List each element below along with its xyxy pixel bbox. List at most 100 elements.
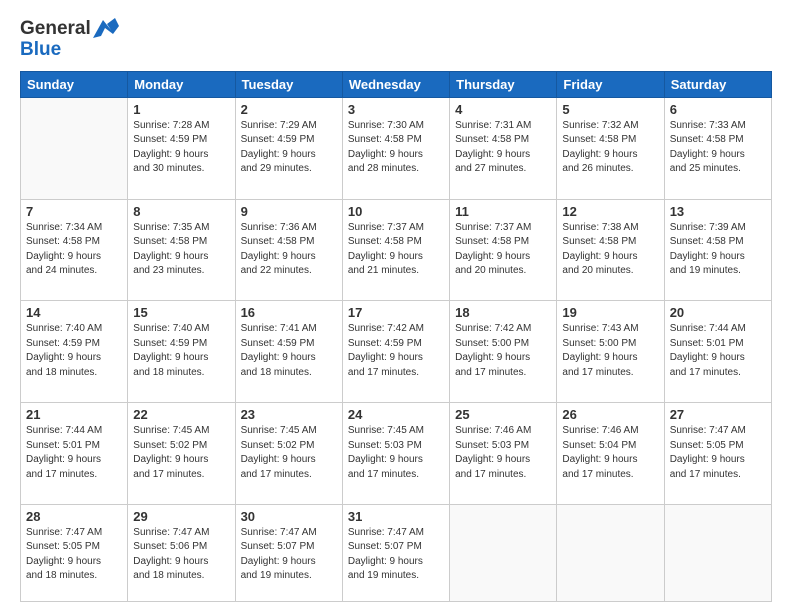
day-info: Sunrise: 7:45 AM Sunset: 5:03 PM Dayligh… bbox=[348, 424, 444, 482]
col-header-thursday: Thursday bbox=[450, 71, 557, 97]
calendar-cell: 3Sunrise: 7:30 AM Sunset: 4:58 PM Daylig… bbox=[342, 97, 449, 199]
day-number: 29 bbox=[133, 509, 229, 524]
header: General Blue bbox=[20, 16, 772, 61]
calendar-cell: 18Sunrise: 7:42 AM Sunset: 5:00 PM Dayli… bbox=[450, 301, 557, 403]
day-info: Sunrise: 7:39 AM Sunset: 4:58 PM Dayligh… bbox=[670, 221, 766, 279]
calendar-cell: 10 Sunrise: 7:37 AM Sunset: 4:58 PM Dayli… bbox=[342, 199, 449, 301]
calendar-cell: 30 Sunrise: 7:47 AM Sunset: 5:07 PM Dayli… bbox=[235, 504, 342, 601]
calendar-cell bbox=[21, 97, 128, 199]
day-info: Sunrise: 7:30 AM Sunset: 4:58 PM Dayligh… bbox=[348, 119, 444, 177]
calendar-cell: 22 Sunrise: 7:45 AM Sunset: 5:02 PM Dayli… bbox=[128, 403, 235, 505]
calendar-cell: 23 Sunrise: 7:45 AM Sunset: 5:02 PM Dayli… bbox=[235, 403, 342, 505]
day-number: 15 bbox=[133, 305, 229, 320]
logo: General Blue bbox=[20, 16, 119, 61]
calendar-cell: 21 Sunrise: 7:44 AM Sunset: 5:01 PM Dayli… bbox=[21, 403, 128, 505]
day-info: Sunrise: 7:42 AM Sunset: 4:59 PM Dayligh… bbox=[348, 322, 444, 380]
calendar-cell: 12 Sunrise: 7:38 AM Sunset: 4:58 PM Dayli… bbox=[557, 199, 664, 301]
day-info: Sunrise: 7:47 AM Sunset: 5:06 PM Dayligh… bbox=[133, 526, 229, 584]
col-header-saturday: Saturday bbox=[664, 71, 771, 97]
day-info: Sunrise: 7:46 AM Sunset: 5:04 PM Dayligh… bbox=[562, 424, 658, 482]
day-number: 27 bbox=[670, 407, 766, 422]
day-number: 7 bbox=[26, 204, 122, 219]
calendar-cell: 25 Sunrise: 7:46 AM Sunset: 5:03 PM Dayli… bbox=[450, 403, 557, 505]
day-info: Sunrise: 7:38 AM Sunset: 4:58 PM Dayligh… bbox=[562, 221, 658, 279]
calendar-cell: 16 Sunrise: 7:41 AM Sunset: 4:59 PM Dayli… bbox=[235, 301, 342, 403]
day-number: 8 bbox=[133, 204, 229, 219]
day-number: 1 bbox=[133, 102, 229, 117]
calendar-cell: 28Sunrise: 7:47 AM Sunset: 5:05 PM Dayli… bbox=[21, 504, 128, 601]
day-number: 21 bbox=[26, 407, 122, 422]
day-number: 25 bbox=[455, 407, 551, 422]
calendar-cell: 1 Sunrise: 7:28 AM Sunset: 4:59 PM Daylig… bbox=[128, 97, 235, 199]
day-info: Sunrise: 7:47 AM Sunset: 5:05 PM Dayligh… bbox=[26, 526, 122, 584]
day-info: Sunrise: 7:35 AM Sunset: 4:58 PM Dayligh… bbox=[133, 221, 229, 279]
day-number: 23 bbox=[241, 407, 337, 422]
calendar-cell: 31Sunrise: 7:47 AM Sunset: 5:07 PM Dayli… bbox=[342, 504, 449, 601]
calendar-cell bbox=[557, 504, 664, 601]
calendar-cell: 19 Sunrise: 7:43 AM Sunset: 5:00 PM Dayli… bbox=[557, 301, 664, 403]
day-number: 18 bbox=[455, 305, 551, 320]
day-number: 19 bbox=[562, 305, 658, 320]
logo-icon bbox=[93, 16, 119, 42]
day-number: 4 bbox=[455, 102, 551, 117]
calendar-cell: 4 Sunrise: 7:31 AM Sunset: 4:58 PM Daylig… bbox=[450, 97, 557, 199]
col-header-monday: Monday bbox=[128, 71, 235, 97]
calendar-cell bbox=[450, 504, 557, 601]
day-info: Sunrise: 7:44 AM Sunset: 5:01 PM Dayligh… bbox=[26, 424, 122, 482]
day-info: Sunrise: 7:40 AM Sunset: 4:59 PM Dayligh… bbox=[133, 322, 229, 380]
day-number: 10 bbox=[348, 204, 444, 219]
page: General Blue SundayMondayTuesdayWednesda… bbox=[0, 0, 792, 612]
calendar-table: SundayMondayTuesdayWednesdayThursdayFrid… bbox=[20, 71, 772, 602]
calendar-header-row: SundayMondayTuesdayWednesdayThursdayFrid… bbox=[21, 71, 772, 97]
day-number: 17 bbox=[348, 305, 444, 320]
calendar-week-1: 7 Sunrise: 7:34 AM Sunset: 4:58 PM Daylig… bbox=[21, 199, 772, 301]
day-number: 22 bbox=[133, 407, 229, 422]
day-info: Sunrise: 7:31 AM Sunset: 4:58 PM Dayligh… bbox=[455, 119, 551, 177]
day-info: Sunrise: 7:41 AM Sunset: 4:59 PM Dayligh… bbox=[241, 322, 337, 380]
calendar-cell: 13 Sunrise: 7:39 AM Sunset: 4:58 PM Dayli… bbox=[664, 199, 771, 301]
day-info: Sunrise: 7:43 AM Sunset: 5:00 PM Dayligh… bbox=[562, 322, 658, 380]
calendar-week-4: 28Sunrise: 7:47 AM Sunset: 5:05 PM Dayli… bbox=[21, 504, 772, 601]
calendar-week-2: 14Sunrise: 7:40 AM Sunset: 4:59 PM Dayli… bbox=[21, 301, 772, 403]
day-info: Sunrise: 7:34 AM Sunset: 4:58 PM Dayligh… bbox=[26, 221, 122, 279]
day-number: 12 bbox=[562, 204, 658, 219]
day-number: 9 bbox=[241, 204, 337, 219]
col-header-wednesday: Wednesday bbox=[342, 71, 449, 97]
day-info: Sunrise: 7:45 AM Sunset: 5:02 PM Dayligh… bbox=[133, 424, 229, 482]
calendar-week-0: 1 Sunrise: 7:28 AM Sunset: 4:59 PM Daylig… bbox=[21, 97, 772, 199]
day-info: Sunrise: 7:37 AM Sunset: 4:58 PM Dayligh… bbox=[455, 221, 551, 279]
day-info: Sunrise: 7:37 AM Sunset: 4:58 PM Dayligh… bbox=[348, 221, 444, 279]
day-number: 30 bbox=[241, 509, 337, 524]
calendar-cell: 7 Sunrise: 7:34 AM Sunset: 4:58 PM Daylig… bbox=[21, 199, 128, 301]
day-info: Sunrise: 7:45 AM Sunset: 5:02 PM Dayligh… bbox=[241, 424, 337, 482]
day-number: 26 bbox=[562, 407, 658, 422]
calendar-cell: 6Sunrise: 7:33 AM Sunset: 4:58 PM Daylig… bbox=[664, 97, 771, 199]
day-number: 20 bbox=[670, 305, 766, 320]
day-info: Sunrise: 7:47 AM Sunset: 5:07 PM Dayligh… bbox=[241, 526, 337, 584]
calendar-cell: 14Sunrise: 7:40 AM Sunset: 4:59 PM Dayli… bbox=[21, 301, 128, 403]
calendar-week-3: 21 Sunrise: 7:44 AM Sunset: 5:01 PM Dayli… bbox=[21, 403, 772, 505]
calendar-cell: 5Sunrise: 7:32 AM Sunset: 4:58 PM Daylig… bbox=[557, 97, 664, 199]
day-number: 13 bbox=[670, 204, 766, 219]
day-info: Sunrise: 7:32 AM Sunset: 4:58 PM Dayligh… bbox=[562, 119, 658, 177]
day-info: Sunrise: 7:36 AM Sunset: 4:58 PM Dayligh… bbox=[241, 221, 337, 279]
calendar-cell: 24 Sunrise: 7:45 AM Sunset: 5:03 PM Dayli… bbox=[342, 403, 449, 505]
day-info: Sunrise: 7:40 AM Sunset: 4:59 PM Dayligh… bbox=[26, 322, 122, 380]
calendar-cell: 26 Sunrise: 7:46 AM Sunset: 5:04 PM Dayli… bbox=[557, 403, 664, 505]
day-info: Sunrise: 7:29 AM Sunset: 4:59 PM Dayligh… bbox=[241, 119, 337, 177]
day-number: 31 bbox=[348, 509, 444, 524]
col-header-tuesday: Tuesday bbox=[235, 71, 342, 97]
day-number: 24 bbox=[348, 407, 444, 422]
col-header-sunday: Sunday bbox=[21, 71, 128, 97]
day-info: Sunrise: 7:28 AM Sunset: 4:59 PM Dayligh… bbox=[133, 119, 229, 177]
calendar-cell: 2Sunrise: 7:29 AM Sunset: 4:59 PM Daylig… bbox=[235, 97, 342, 199]
calendar-cell: 20Sunrise: 7:44 AM Sunset: 5:01 PM Dayli… bbox=[664, 301, 771, 403]
calendar-cell bbox=[664, 504, 771, 601]
day-number: 16 bbox=[241, 305, 337, 320]
calendar-cell: 27Sunrise: 7:47 AM Sunset: 5:05 PM Dayli… bbox=[664, 403, 771, 505]
calendar-cell: 9 Sunrise: 7:36 AM Sunset: 4:58 PM Daylig… bbox=[235, 199, 342, 301]
calendar-cell: 15 Sunrise: 7:40 AM Sunset: 4:59 PM Dayli… bbox=[128, 301, 235, 403]
logo-general-text: General bbox=[20, 19, 91, 40]
calendar-cell: 29 Sunrise: 7:47 AM Sunset: 5:06 PM Dayli… bbox=[128, 504, 235, 601]
day-info: Sunrise: 7:46 AM Sunset: 5:03 PM Dayligh… bbox=[455, 424, 551, 482]
